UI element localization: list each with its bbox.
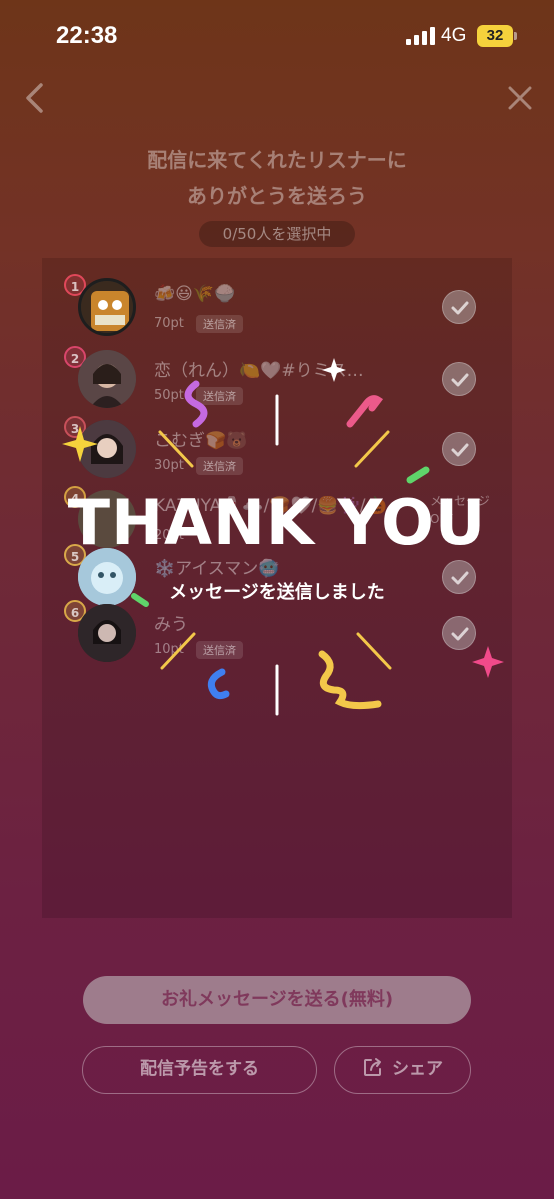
- avatar: [78, 350, 136, 408]
- battery-tip: [514, 32, 517, 40]
- select-checkbox[interactable]: [442, 290, 476, 324]
- signal-icon: [406, 27, 435, 45]
- chevron-left-icon: [26, 83, 43, 113]
- selection-counter: 0/50人を選択中: [199, 221, 355, 247]
- list-item[interactable]: 3 こむぎ🍞🐻 30pt 送信済: [42, 416, 512, 480]
- back-button[interactable]: [18, 80, 54, 116]
- title-line-2: ありがとうを送ろう: [187, 184, 367, 208]
- select-checkbox[interactable]: [442, 616, 476, 650]
- send-thanks-button[interactable]: お礼メッセージを送る(無料): [83, 976, 471, 1024]
- share-button[interactable]: シェア: [334, 1046, 471, 1094]
- listener-points: 30pt: [154, 458, 184, 473]
- share-label: シェア: [392, 1059, 443, 1079]
- status-bar: 22:38 4G 32: [0, 0, 554, 70]
- listener-points: 10pt: [154, 642, 184, 657]
- avatar: [78, 278, 136, 336]
- sent-badge: 送信済: [196, 315, 243, 333]
- listener-name: みう: [154, 615, 188, 635]
- list-item[interactable]: 1 🍻😃🌾🍚 70pt 送信済: [42, 274, 512, 338]
- close-icon: [508, 86, 532, 110]
- sent-badge: 送信済: [196, 457, 243, 475]
- thank-you-subtitle: メッセージを送信しました: [169, 582, 385, 603]
- share-icon: [364, 1058, 381, 1076]
- listener-name: こむぎ🍞🐻: [154, 431, 248, 451]
- title-line-1: 配信に来てくれたリスナーに: [147, 148, 407, 172]
- check-icon: [451, 301, 469, 315]
- page-title: 配信に来てくれたリスナーに ありがとうを送ろう: [0, 142, 554, 214]
- sent-badge: 送信済: [196, 641, 243, 659]
- close-button[interactable]: [502, 80, 538, 116]
- list-item[interactable]: 6 みう 10pt 送信済: [42, 600, 512, 664]
- listener-name: 🍻😃🌾🍚: [154, 284, 236, 304]
- avatar: [78, 420, 136, 478]
- avatar: [78, 604, 136, 662]
- check-icon: [451, 373, 469, 387]
- network-label: 4G: [441, 25, 467, 46]
- thank-you-headline: THANK YOU: [67, 486, 487, 559]
- listener-points: 50pt: [154, 388, 184, 403]
- list-item[interactable]: 2 恋（れん）🍋🤍#りミス… 50pt 送信済: [42, 346, 512, 410]
- select-checkbox[interactable]: [442, 362, 476, 396]
- battery-icon: 32: [477, 25, 513, 47]
- status-time: 22:38: [56, 22, 118, 49]
- check-icon: [451, 443, 469, 457]
- select-checkbox[interactable]: [442, 432, 476, 466]
- sent-badge: 送信済: [196, 387, 243, 405]
- listener-name: 恋（れん）🍋🤍#りミス…: [154, 361, 364, 381]
- listener-points: 70pt: [154, 316, 184, 331]
- schedule-button[interactable]: 配信予告をする: [82, 1046, 317, 1094]
- check-icon: [451, 627, 469, 641]
